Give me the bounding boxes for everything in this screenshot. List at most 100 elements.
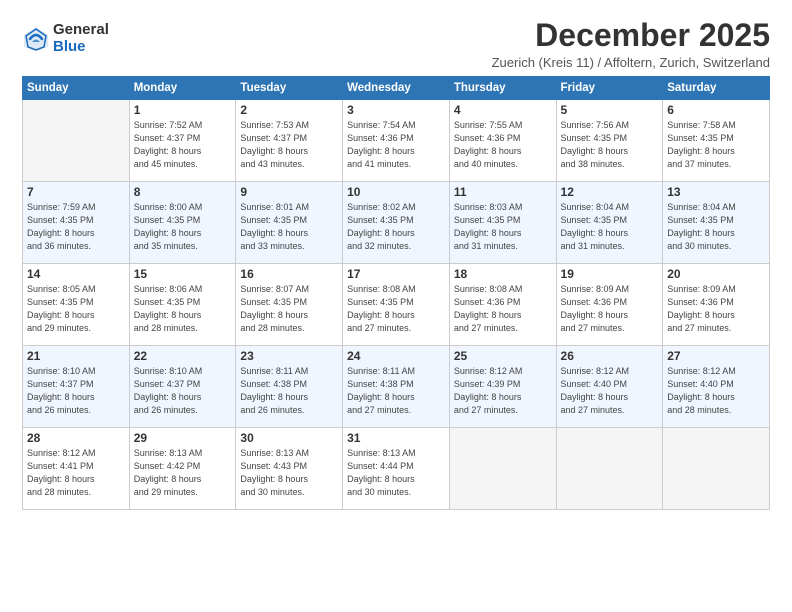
logo-blue-label: Blue [53, 39, 109, 56]
calendar-header-friday: Friday [556, 77, 663, 100]
day-info: Sunrise: 8:09 AM Sunset: 4:36 PM Dayligh… [667, 283, 765, 335]
day-info: Sunrise: 8:02 AM Sunset: 4:35 PM Dayligh… [347, 201, 445, 253]
calendar-day-cell: 12 Sunrise: 8:04 AM Sunset: 4:35 PM Dayli… [556, 182, 663, 264]
calendar-week-row: 21 Sunrise: 8:10 AM Sunset: 4:37 PM Dayli… [23, 346, 770, 428]
calendar-day-cell: 26 Sunrise: 8:12 AM Sunset: 4:40 PM Dayli… [556, 346, 663, 428]
day-number: 24 [347, 349, 445, 363]
calendar-day-cell: 25 Sunrise: 8:12 AM Sunset: 4:39 PM Dayli… [449, 346, 556, 428]
day-info: Sunrise: 8:11 AM Sunset: 4:38 PM Dayligh… [347, 365, 445, 417]
day-info: Sunrise: 8:08 AM Sunset: 4:35 PM Dayligh… [347, 283, 445, 335]
day-info: Sunrise: 8:12 AM Sunset: 4:39 PM Dayligh… [454, 365, 552, 417]
calendar-day-cell: 22Sunrise: 8:10 AM Sunset: 4:37 PM Dayli… [129, 346, 236, 428]
calendar-day-cell: 2 Sunrise: 7:53 AM Sunset: 4:37 PM Daylig… [236, 100, 343, 182]
calendar-header-wednesday: Wednesday [343, 77, 450, 100]
calendar-day-cell: 3 Sunrise: 7:54 AM Sunset: 4:36 PM Daylig… [343, 100, 450, 182]
day-info: Sunrise: 8:10 AM Sunset: 4:37 PM Dayligh… [27, 365, 125, 417]
calendar-day-cell: 29 Sunrise: 8:13 AM Sunset: 4:42 PM Dayli… [129, 428, 236, 510]
day-number: 23 [240, 349, 338, 363]
logo: General Blue [22, 22, 109, 55]
calendar-week-row: 28 Sunrise: 8:12 AM Sunset: 4:41 PM Dayli… [23, 428, 770, 510]
day-number: 27 [667, 349, 765, 363]
day-info: Sunrise: 8:09 AM Sunset: 4:36 PM Dayligh… [561, 283, 659, 335]
day-info: Sunrise: 8:06 AM Sunset: 4:35 PM Dayligh… [134, 283, 232, 335]
day-number: 15 [134, 267, 232, 281]
subtitle: Zuerich (Kreis 11) / Affoltern, Zurich, … [492, 55, 770, 70]
calendar-header-row: SundayMondayTuesdayWednesdayThursdayFrid… [23, 77, 770, 100]
day-number: 18 [454, 267, 552, 281]
day-info: Sunrise: 7:53 AM Sunset: 4:37 PM Dayligh… [240, 119, 338, 171]
day-number: 13 [667, 185, 765, 199]
month-title: December 2025 [492, 18, 770, 53]
day-info: Sunrise: 7:58 AM Sunset: 4:35 PM Dayligh… [667, 119, 765, 171]
day-number: 22 [134, 349, 232, 363]
calendar-week-row: 14Sunrise: 8:05 AM Sunset: 4:35 PM Dayli… [23, 264, 770, 346]
calendar-day-cell: 19Sunrise: 8:09 AM Sunset: 4:36 PM Dayli… [556, 264, 663, 346]
title-block: December 2025 Zuerich (Kreis 11) / Affol… [492, 18, 770, 70]
day-info: Sunrise: 8:13 AM Sunset: 4:44 PM Dayligh… [347, 447, 445, 499]
day-info: Sunrise: 8:04 AM Sunset: 4:35 PM Dayligh… [561, 201, 659, 253]
day-number: 25 [454, 349, 552, 363]
day-info: Sunrise: 8:12 AM Sunset: 4:40 PM Dayligh… [667, 365, 765, 417]
day-number: 2 [240, 103, 338, 117]
calendar-header-sunday: Sunday [23, 77, 130, 100]
day-info: Sunrise: 7:52 AM Sunset: 4:37 PM Dayligh… [134, 119, 232, 171]
calendar-day-cell: 11Sunrise: 8:03 AM Sunset: 4:35 PM Dayli… [449, 182, 556, 264]
day-info: Sunrise: 8:13 AM Sunset: 4:43 PM Dayligh… [240, 447, 338, 499]
calendar-day-cell: 23 Sunrise: 8:11 AM Sunset: 4:38 PM Dayli… [236, 346, 343, 428]
day-info: Sunrise: 8:00 AM Sunset: 4:35 PM Dayligh… [134, 201, 232, 253]
calendar-day-cell: 24 Sunrise: 8:11 AM Sunset: 4:38 PM Dayli… [343, 346, 450, 428]
day-info: Sunrise: 8:13 AM Sunset: 4:42 PM Dayligh… [134, 447, 232, 499]
day-number: 29 [134, 431, 232, 445]
calendar-day-cell: 15 Sunrise: 8:06 AM Sunset: 4:35 PM Dayli… [129, 264, 236, 346]
logo-general-label: General [53, 22, 109, 39]
day-number: 28 [27, 431, 125, 445]
calendar-day-cell: 6 Sunrise: 7:58 AM Sunset: 4:35 PM Daylig… [663, 100, 770, 182]
day-info: Sunrise: 7:54 AM Sunset: 4:36 PM Dayligh… [347, 119, 445, 171]
day-info: Sunrise: 8:07 AM Sunset: 4:35 PM Dayligh… [240, 283, 338, 335]
calendar-week-row: 7Sunrise: 7:59 AM Sunset: 4:35 PM Daylig… [23, 182, 770, 264]
calendar-day-cell: 5Sunrise: 7:56 AM Sunset: 4:35 PM Daylig… [556, 100, 663, 182]
day-info: Sunrise: 8:03 AM Sunset: 4:35 PM Dayligh… [454, 201, 552, 253]
calendar-day-cell [663, 428, 770, 510]
calendar-day-cell: 30 Sunrise: 8:13 AM Sunset: 4:43 PM Dayli… [236, 428, 343, 510]
calendar-day-cell: 14Sunrise: 8:05 AM Sunset: 4:35 PM Dayli… [23, 264, 130, 346]
day-number: 5 [561, 103, 659, 117]
calendar-header-saturday: Saturday [663, 77, 770, 100]
calendar-day-cell: 10Sunrise: 8:02 AM Sunset: 4:35 PM Dayli… [343, 182, 450, 264]
calendar-day-cell: 28 Sunrise: 8:12 AM Sunset: 4:41 PM Dayli… [23, 428, 130, 510]
day-number: 17 [347, 267, 445, 281]
calendar-table: SundayMondayTuesdayWednesdayThursdayFrid… [22, 76, 770, 510]
day-number: 12 [561, 185, 659, 199]
day-number: 21 [27, 349, 125, 363]
calendar-day-cell: 9 Sunrise: 8:01 AM Sunset: 4:35 PM Daylig… [236, 182, 343, 264]
calendar-day-cell: 1 Sunrise: 7:52 AM Sunset: 4:37 PM Daylig… [129, 100, 236, 182]
calendar-day-cell [449, 428, 556, 510]
logo-text: General Blue [53, 22, 109, 55]
day-number: 1 [134, 103, 232, 117]
day-info: Sunrise: 8:12 AM Sunset: 4:40 PM Dayligh… [561, 365, 659, 417]
calendar-day-cell: 21 Sunrise: 8:10 AM Sunset: 4:37 PM Dayli… [23, 346, 130, 428]
day-number: 6 [667, 103, 765, 117]
day-number: 26 [561, 349, 659, 363]
day-info: Sunrise: 8:12 AM Sunset: 4:41 PM Dayligh… [27, 447, 125, 499]
calendar-day-cell: 7Sunrise: 7:59 AM Sunset: 4:35 PM Daylig… [23, 182, 130, 264]
day-info: Sunrise: 8:11 AM Sunset: 4:38 PM Dayligh… [240, 365, 338, 417]
calendar-day-cell: 31 Sunrise: 8:13 AM Sunset: 4:44 PM Dayli… [343, 428, 450, 510]
day-info: Sunrise: 8:01 AM Sunset: 4:35 PM Dayligh… [240, 201, 338, 253]
calendar-day-cell: 27 Sunrise: 8:12 AM Sunset: 4:40 PM Dayli… [663, 346, 770, 428]
day-number: 4 [454, 103, 552, 117]
calendar-day-cell [23, 100, 130, 182]
day-number: 8 [134, 185, 232, 199]
day-number: 20 [667, 267, 765, 281]
day-info: Sunrise: 8:08 AM Sunset: 4:36 PM Dayligh… [454, 283, 552, 335]
day-number: 9 [240, 185, 338, 199]
day-number: 31 [347, 431, 445, 445]
calendar-day-cell: 13 Sunrise: 8:04 AM Sunset: 4:35 PM Dayli… [663, 182, 770, 264]
day-info: Sunrise: 8:04 AM Sunset: 4:35 PM Dayligh… [667, 201, 765, 253]
day-number: 3 [347, 103, 445, 117]
calendar-day-cell: 17 Sunrise: 8:08 AM Sunset: 4:35 PM Dayli… [343, 264, 450, 346]
calendar-week-row: 1 Sunrise: 7:52 AM Sunset: 4:37 PM Daylig… [23, 100, 770, 182]
day-number: 30 [240, 431, 338, 445]
calendar-day-cell: 20 Sunrise: 8:09 AM Sunset: 4:36 PM Dayli… [663, 264, 770, 346]
calendar-day-cell [556, 428, 663, 510]
